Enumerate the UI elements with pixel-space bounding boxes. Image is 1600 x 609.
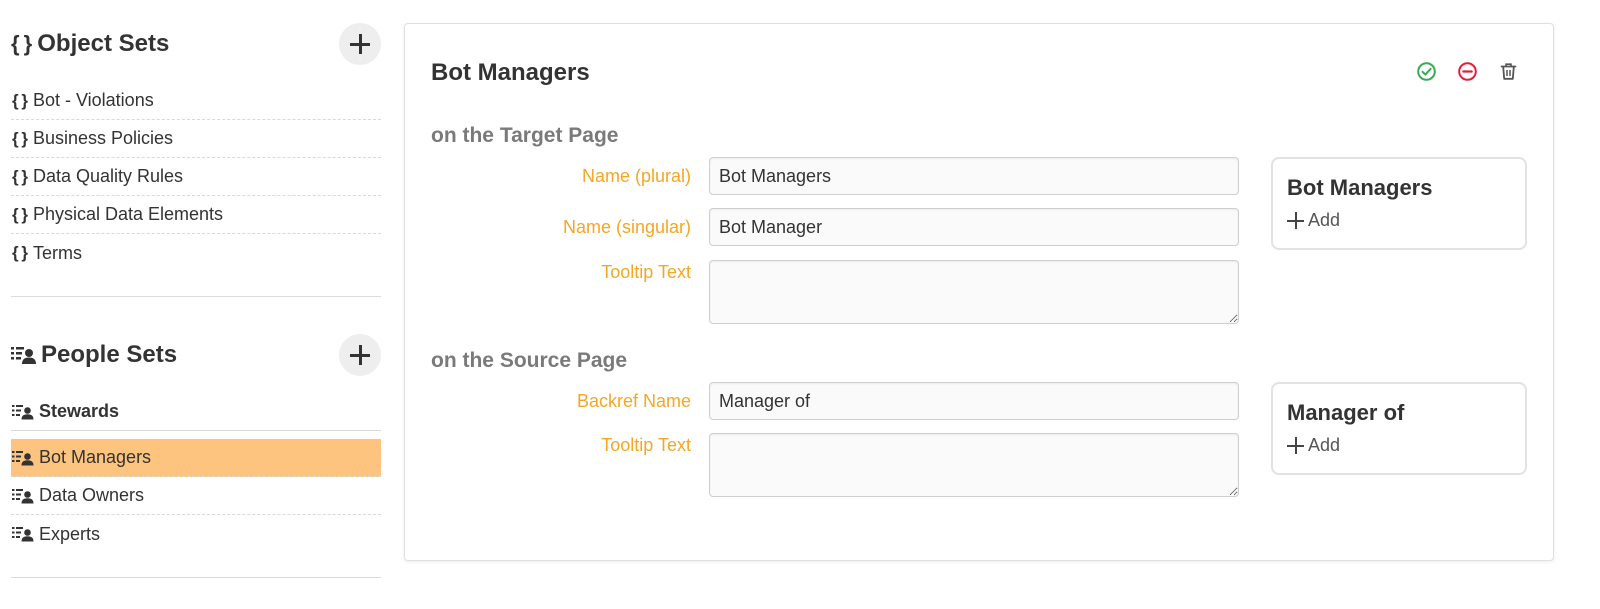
sidebar-item-data-quality-rules[interactable]: { } Data Quality Rules	[11, 158, 381, 196]
sidebar-item-bot-violations[interactable]: { } Bot - Violations	[11, 82, 381, 120]
source-page-heading: on the Source Page	[431, 349, 628, 372]
target-preview-add-button[interactable]: Add	[1287, 210, 1511, 231]
add-people-set-button[interactable]	[339, 334, 381, 376]
target-tooltip-textarea[interactable]	[709, 260, 1239, 324]
people-list-icon	[11, 345, 37, 365]
source-preview-add-button[interactable]: Add	[1287, 435, 1511, 456]
curly-braces-icon: { }	[12, 204, 28, 224]
editor-title: Bot Managers	[431, 59, 590, 86]
people-set-editor: Bot Managers on the Target Page Name (pl…	[404, 23, 1554, 561]
object-sets-title: Object Sets	[37, 30, 170, 57]
source-preview-title: Manager of	[1287, 400, 1405, 425]
sidebar-item-business-policies[interactable]: { } Business Policies	[11, 120, 381, 158]
curly-braces-icon: { }	[12, 166, 28, 186]
section-divider	[11, 296, 381, 297]
name-singular-input[interactable]	[709, 208, 1239, 246]
name-plural-input[interactable]	[709, 157, 1239, 195]
people-list-icon	[12, 526, 34, 542]
target-tooltip-label: Tooltip Text	[601, 262, 691, 282]
trash-icon[interactable]	[1498, 61, 1519, 82]
sidebar-item-experts[interactable]: Experts	[11, 515, 381, 553]
sidebar-item-bot-managers[interactable]: Bot Managers	[11, 439, 381, 477]
source-preview-card: Manager of Add	[1271, 382, 1527, 475]
add-object-set-button[interactable]	[339, 23, 381, 65]
plus-icon	[1287, 212, 1304, 229]
source-tooltip-textarea[interactable]	[709, 433, 1239, 497]
check-circle-icon[interactable]	[1416, 61, 1437, 82]
backref-name-label: Backref Name	[576, 391, 691, 411]
curly-braces-icon: { }	[11, 31, 32, 56]
target-page-heading: on the Target Page	[431, 124, 619, 147]
section-divider	[11, 577, 381, 578]
people-sets-header: People Sets	[11, 333, 381, 377]
plus-icon	[1287, 437, 1304, 454]
editor-actions	[1416, 61, 1519, 82]
sidebar: { } Object Sets { } Bot - Violations { }…	[11, 22, 381, 578]
curly-braces-icon: { }	[12, 128, 28, 148]
source-tooltip-label: Tooltip Text	[601, 435, 691, 455]
people-sets-list: Stewards Bot Managers Data Owners Expert…	[11, 393, 381, 553]
plus-icon	[350, 345, 370, 365]
people-list-icon	[12, 404, 34, 420]
sidebar-item-stewards[interactable]: Stewards	[11, 393, 381, 431]
object-sets-header: { } Object Sets	[11, 22, 381, 66]
backref-name-input[interactable]	[709, 382, 1239, 420]
people-list-icon	[12, 488, 34, 504]
plus-icon	[350, 34, 370, 54]
target-preview-title: Bot Managers	[1287, 175, 1433, 200]
name-plural-label: Name (plural)	[581, 166, 691, 186]
minus-circle-icon[interactable]	[1457, 61, 1478, 82]
sidebar-item-physical-data-elements[interactable]: { } Physical Data Elements	[11, 196, 381, 234]
name-singular-label: Name (singular)	[562, 217, 691, 237]
curly-braces-icon: { }	[12, 90, 28, 110]
sidebar-item-terms[interactable]: { } Terms	[11, 234, 381, 272]
curly-braces-icon: { }	[12, 243, 28, 262]
object-sets-list: { } Bot - Violations { } Business Polici…	[11, 82, 381, 272]
target-preview-card: Bot Managers Add	[1271, 157, 1527, 250]
people-list-icon	[12, 450, 34, 466]
people-sets-title: People Sets	[41, 341, 178, 368]
sidebar-item-data-owners[interactable]: Data Owners	[11, 477, 381, 515]
